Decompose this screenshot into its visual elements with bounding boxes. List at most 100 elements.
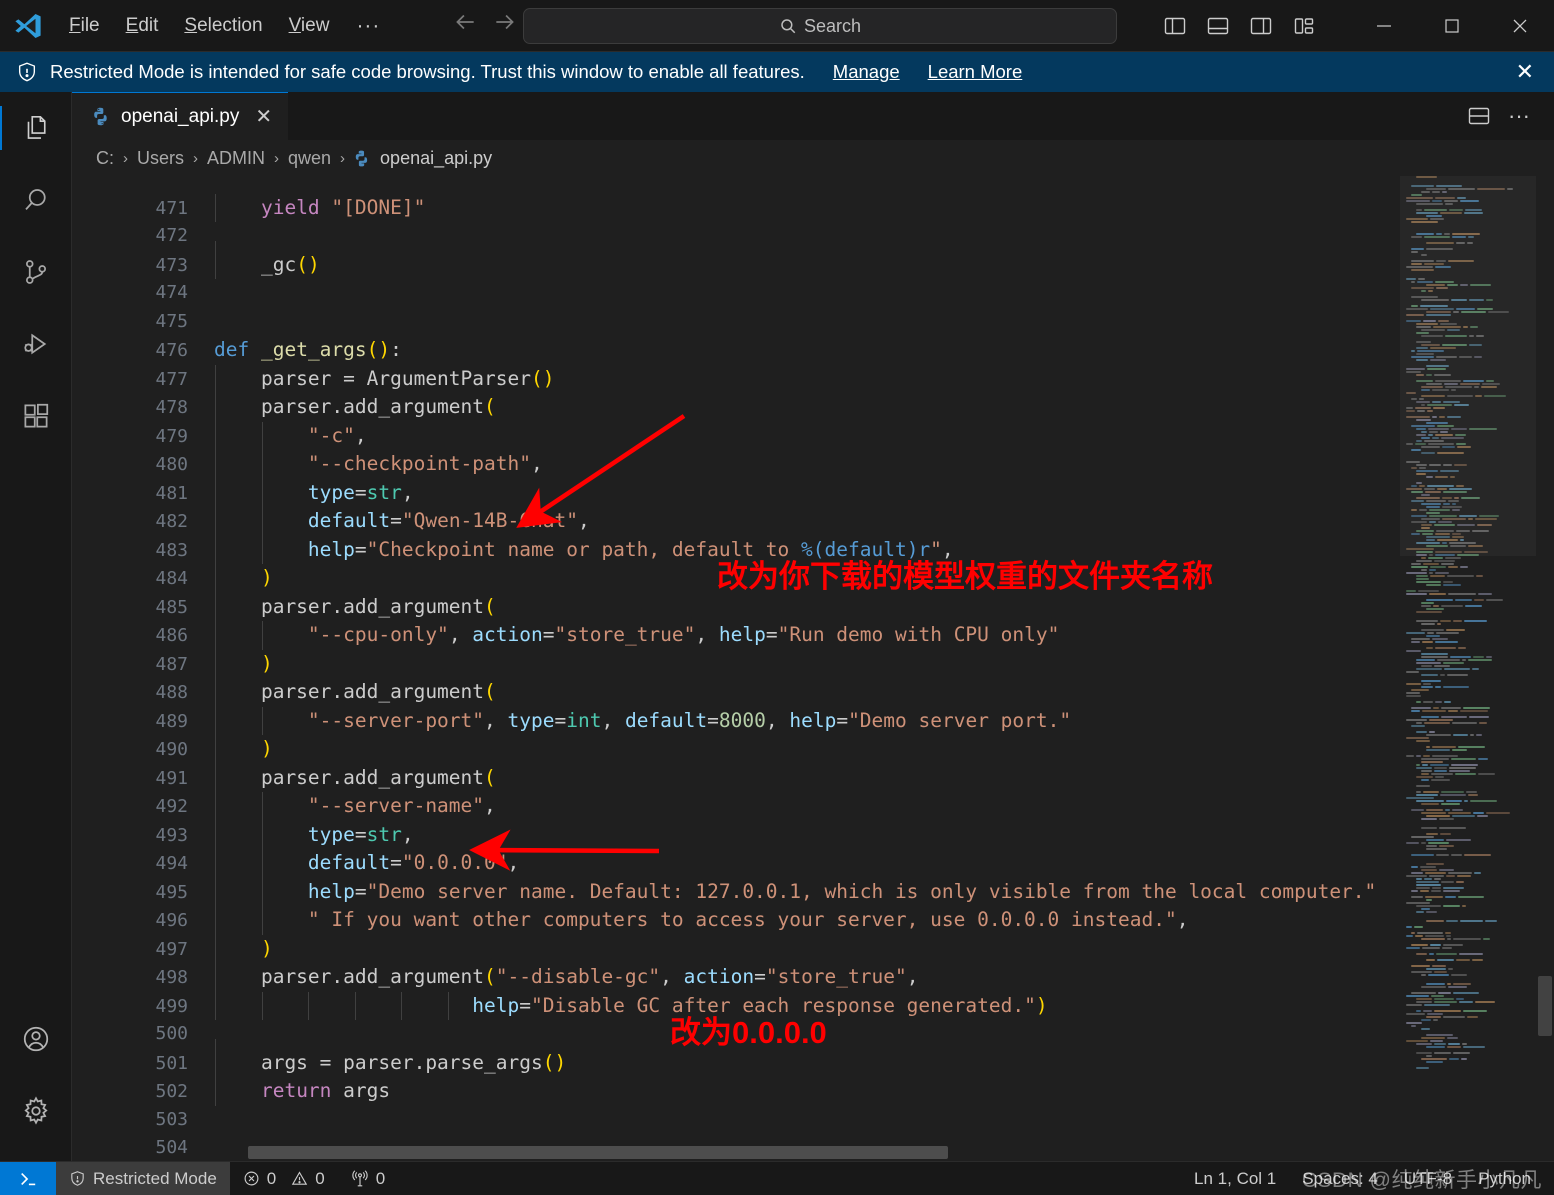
arrow-left-icon[interactable] xyxy=(452,9,478,42)
minimap-token xyxy=(1416,560,1432,562)
code-line[interactable]: 496 " If you want other computers to acc… xyxy=(72,906,1554,935)
tab-openai-api-py[interactable]: openai_api.py ✕ xyxy=(72,92,289,140)
minimap-token xyxy=(1421,710,1446,712)
code-line[interactable]: 502 return args xyxy=(72,1077,1554,1106)
code-line[interactable]: 494 default="0.0.0.0", xyxy=(72,849,1554,878)
manage-link[interactable]: Manage xyxy=(833,61,900,83)
minimap-token xyxy=(1430,944,1441,946)
minimap-token xyxy=(1426,983,1446,985)
tab-close-button[interactable]: ✕ xyxy=(255,107,272,127)
toggle-panel-button[interactable] xyxy=(1200,9,1236,43)
code-line[interactable]: 479 "-c", xyxy=(72,421,1554,450)
code-line[interactable]: 486 "--cpu-only", action="store_true", h… xyxy=(72,621,1554,650)
menu-file[interactable]: File xyxy=(56,10,113,42)
minimap-token xyxy=(1453,620,1462,622)
code-line[interactable]: 499 help="Disable GC after each response… xyxy=(72,991,1554,1020)
close-button[interactable] xyxy=(1486,0,1554,52)
arrow-right-icon[interactable] xyxy=(492,9,518,42)
minimap-token xyxy=(1441,947,1452,949)
maximize-button[interactable] xyxy=(1418,0,1486,52)
close-banner-button[interactable]: ✕ xyxy=(1516,61,1534,83)
toggle-secondary-sidebar-button[interactable] xyxy=(1243,9,1279,43)
minimap-token xyxy=(1443,662,1465,664)
code-line[interactable]: 485 parser.add_argument( xyxy=(72,592,1554,621)
minimap-token xyxy=(1431,890,1441,892)
editor-scroll-region: yield _471 yield "[DONE]"472473 _gc()474… xyxy=(72,176,1554,1161)
code-line[interactable]: 495 help="Demo server name. Default: 127… xyxy=(72,877,1554,906)
status-encoding[interactable]: UTF-8 xyxy=(1391,1162,1465,1195)
code-line[interactable]: 478 parser.add_argument( xyxy=(72,393,1554,422)
code-line[interactable]: 491 parser.add_argument( xyxy=(72,763,1554,792)
status-language-mode[interactable]: Python xyxy=(1465,1162,1544,1195)
minimap-token xyxy=(1460,566,1469,568)
sidebar-item-explorer[interactable] xyxy=(0,92,72,164)
code-line[interactable]: 497 ) xyxy=(72,934,1554,963)
code-line[interactable]: 480 "--checkpoint-path", xyxy=(72,450,1554,479)
settings-button[interactable] xyxy=(0,1075,72,1147)
accounts-button[interactable] xyxy=(0,1003,72,1075)
code-line[interactable]: 503 xyxy=(72,1106,1554,1135)
horizontal-scrollbar[interactable] xyxy=(248,1146,948,1159)
minimap-token xyxy=(1406,935,1414,937)
toggle-primary-sidebar-button[interactable] xyxy=(1157,9,1193,43)
breadcrumb-item-0[interactable]: C: xyxy=(94,148,116,169)
status-indentation[interactable]: Spaces: 4 xyxy=(1289,1162,1391,1195)
code-line[interactable]: 488 parser.add_argument( xyxy=(72,678,1554,707)
menu-edit[interactable]: Edit xyxy=(113,10,172,42)
sidebar-item-search[interactable] xyxy=(0,164,72,236)
minimize-button[interactable] xyxy=(1350,0,1418,52)
learn-more-link[interactable]: Learn More xyxy=(928,61,1023,83)
code-line[interactable]: 482 default="Qwen-14B-Chat", xyxy=(72,507,1554,536)
code-editor[interactable]: yield _471 yield "[DONE]"472473 _gc()474… xyxy=(72,176,1554,1161)
split-editor-icon[interactable] xyxy=(1462,99,1496,133)
code-line[interactable]: 492 "--server-name", xyxy=(72,792,1554,821)
ellipsis-icon[interactable]: ··· xyxy=(1502,99,1536,133)
code-line[interactable]: 481 type=str, xyxy=(72,478,1554,507)
status-restricted-mode-label: Restricted Mode xyxy=(93,1168,217,1188)
breadcrumb-item-4[interactable]: openai_api.py xyxy=(378,148,494,169)
code-line[interactable]: 471 yield "[DONE]" xyxy=(72,193,1554,222)
sidebar-item-run-debug[interactable] xyxy=(0,308,72,380)
customize-layout-button[interactable] xyxy=(1286,9,1322,43)
menu-overflow-button[interactable]: ··· xyxy=(342,14,394,38)
remote-window-button[interactable] xyxy=(0,1161,56,1195)
code-line[interactable]: 477 parser = ArgumentParser() xyxy=(72,364,1554,393)
minimap-token xyxy=(1421,947,1440,949)
code-line[interactable]: 487 ) xyxy=(72,649,1554,678)
menu-selection[interactable]: Selection xyxy=(171,10,275,42)
line-content: parser.add_argument( xyxy=(214,393,1554,422)
breadcrumb-item-3[interactable]: qwen xyxy=(286,148,333,169)
status-restricted-mode[interactable]: Restricted Mode xyxy=(56,1161,230,1195)
code-line[interactable]: 474 xyxy=(72,279,1554,308)
code-line[interactable]: 493 type=str, xyxy=(72,820,1554,849)
code-line[interactable]: 475 xyxy=(72,308,1554,337)
code-line[interactable]: 498 parser.add_argument("--disable-gc", … xyxy=(72,963,1554,992)
code-line[interactable]: 476 def _get_args(): xyxy=(72,336,1554,365)
code-line[interactable]: 501 args = parser.parse_args() xyxy=(72,1048,1554,1077)
sidebar-item-source-control[interactable] xyxy=(0,236,72,308)
breadcrumb-item-2[interactable]: ADMIN xyxy=(205,148,267,169)
status-problems[interactable]: 0 0 xyxy=(230,1162,338,1195)
code-line[interactable]: 472 xyxy=(72,222,1554,270)
sidebar-item-extensions[interactable] xyxy=(0,380,72,452)
code-line[interactable]: 489 "--server-port", type=int, default=8… xyxy=(72,706,1554,735)
status-ports[interactable]: 0 xyxy=(338,1162,398,1195)
minimap-token xyxy=(1461,659,1467,661)
code-line[interactable]: 500 xyxy=(72,1020,1554,1068)
restricted-mode-banner: Restricted Mode is intended for safe cod… xyxy=(0,52,1554,92)
indent-guide xyxy=(215,507,216,536)
minimap-token xyxy=(1411,1025,1417,1027)
breadcrumb-item-1[interactable]: Users xyxy=(135,148,186,169)
vertical-scrollbar[interactable] xyxy=(1536,176,1554,1161)
search-input[interactable]: Search xyxy=(523,8,1117,44)
minimap-token xyxy=(1421,773,1430,775)
menu-view[interactable]: View xyxy=(276,10,343,42)
minimap-slider[interactable] xyxy=(1400,176,1536,556)
vertical-scrollbar-thumb[interactable] xyxy=(1538,976,1552,1036)
code-line[interactable]: 473 _gc() xyxy=(72,250,1554,279)
code-line[interactable]: 483 help="Checkpoint name or path, defau… xyxy=(72,535,1554,564)
code-line[interactable]: 490 ) xyxy=(72,735,1554,764)
code-line[interactable]: 484 ) xyxy=(72,564,1554,593)
minimap-token xyxy=(1411,965,1431,967)
status-cursor-position[interactable]: Ln 1, Col 1 xyxy=(1181,1162,1289,1195)
